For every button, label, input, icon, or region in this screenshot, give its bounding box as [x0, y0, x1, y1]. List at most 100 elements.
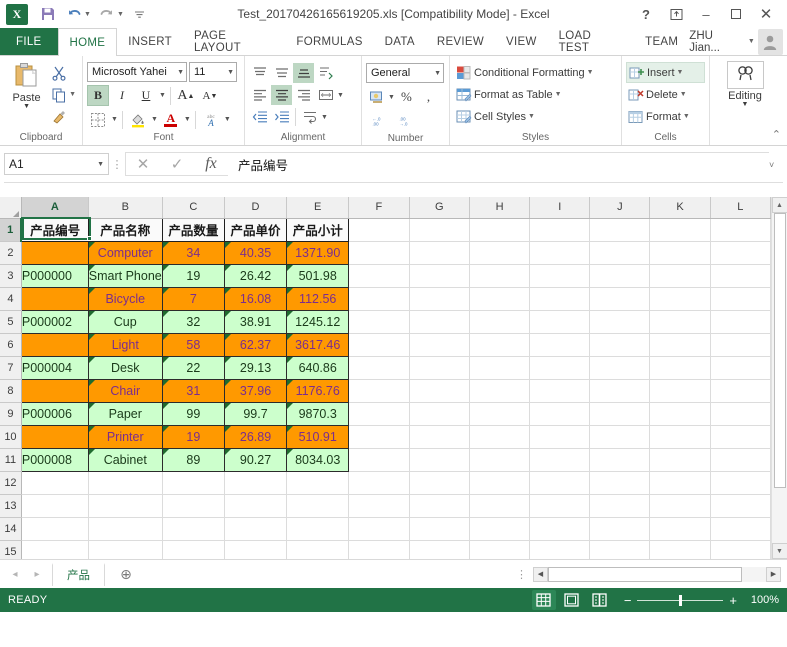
cell-b4[interactable]: Bicycle — [87, 286, 163, 311]
cell-d12[interactable] — [224, 471, 288, 495]
cell-f9[interactable] — [348, 402, 410, 426]
cell-k12[interactable] — [649, 471, 711, 495]
cell-b11[interactable]: Cabinet — [87, 447, 163, 472]
cell-j12[interactable] — [589, 471, 651, 495]
cell-k14[interactable] — [649, 517, 711, 541]
cell-i14[interactable] — [529, 517, 591, 541]
cell-h8[interactable] — [469, 379, 531, 403]
cell-g15[interactable] — [409, 540, 470, 559]
cell-l6[interactable] — [710, 333, 771, 357]
cell-l10[interactable] — [710, 425, 771, 449]
increase-indent-button[interactable] — [271, 107, 292, 127]
wrap-text-button[interactable] — [299, 107, 320, 127]
cell-h15[interactable] — [469, 540, 531, 559]
cell-e7[interactable]: 640.86 — [286, 355, 350, 380]
fill-color-button[interactable] — [127, 109, 149, 130]
cell-d8[interactable]: 37.96 — [223, 378, 288, 403]
cell-b9[interactable]: Paper — [87, 401, 163, 426]
accounting-caret-icon[interactable]: ▼ — [388, 94, 395, 101]
scroll-right-icon[interactable]: ▶ — [766, 566, 781, 582]
column-header-j[interactable]: J — [589, 197, 651, 219]
add-sheet-icon[interactable]: ⊕ — [113, 563, 139, 585]
phonetic-guide-button[interactable]: abc A — [200, 109, 222, 130]
cell-h7[interactable] — [469, 356, 531, 380]
merge-center-button[interactable] — [315, 85, 336, 105]
cell-l5[interactable] — [710, 310, 771, 334]
cell-i6[interactable] — [529, 333, 591, 357]
row-header-12[interactable]: 12 — [0, 471, 22, 495]
conditional-formatting-caret-icon[interactable]: ▼ — [587, 69, 594, 76]
cell-j5[interactable] — [589, 310, 651, 334]
cell-i1[interactable] — [529, 218, 591, 242]
expand-formula-bar-icon[interactable]: ˅ — [769, 160, 783, 170]
cell-b15[interactable] — [88, 540, 163, 559]
undo-icon[interactable] — [62, 3, 86, 25]
cell-d14[interactable] — [224, 517, 288, 541]
cell-h9[interactable] — [469, 402, 531, 426]
cell-c11[interactable]: 89 — [161, 447, 225, 472]
cell-f6[interactable] — [348, 333, 410, 357]
cell-g4[interactable] — [409, 287, 470, 311]
formula-bar-grip[interactable]: ⋮ — [109, 158, 125, 171]
cell-k8[interactable] — [649, 379, 711, 403]
cell-j6[interactable] — [589, 333, 651, 357]
column-header-l[interactable]: L — [710, 197, 771, 219]
row-header-3[interactable]: 3 — [0, 264, 22, 288]
cell-g8[interactable] — [409, 379, 470, 403]
help-icon[interactable]: ? — [631, 1, 661, 27]
editing-button[interactable]: Editing ▼ — [716, 59, 774, 108]
cell-b10[interactable]: Printer — [87, 424, 163, 449]
account-area[interactable]: ZHU Jian... ▼ — [689, 28, 787, 55]
redo-dropdown-caret-icon[interactable]: ▼ — [117, 11, 124, 18]
cell-j10[interactable] — [589, 425, 651, 449]
number-format-combo[interactable]: General ▼ — [366, 63, 444, 83]
cell-l4[interactable] — [710, 287, 771, 311]
cell-c9[interactable]: 99 — [161, 401, 225, 426]
cell-l3[interactable] — [710, 264, 771, 288]
tab-page-layout[interactable]: PAGE LAYOUT — [183, 28, 285, 55]
cell-g5[interactable] — [409, 310, 470, 334]
page-break-preview-button[interactable] — [588, 590, 612, 610]
cell-c8[interactable]: 31 — [161, 378, 225, 403]
cell-f3[interactable] — [348, 264, 410, 288]
shrink-font-button[interactable]: A ▼ — [199, 85, 221, 106]
cell-a5[interactable]: P000002 — [20, 309, 89, 334]
cell-d5[interactable]: 38.91 — [223, 309, 288, 334]
cell-e1[interactable]: 产品小计 — [286, 217, 350, 242]
cell-f7[interactable] — [348, 356, 410, 380]
conditional-formatting-button[interactable]: Conditional Formatting ▼ — [454, 62, 617, 83]
select-all-corner[interactable] — [0, 197, 22, 219]
tab-team[interactable]: TEAM — [634, 28, 689, 55]
cell-c4[interactable]: 7 — [161, 286, 225, 311]
tab-home[interactable]: HOME — [57, 28, 118, 56]
previous-sheet-icon[interactable]: ◂ — [4, 563, 26, 585]
row-header-6[interactable]: 6 — [0, 333, 22, 357]
tab-load-test[interactable]: LOAD TEST — [548, 28, 635, 55]
cell-j13[interactable] — [589, 494, 651, 518]
column-header-f[interactable]: F — [348, 197, 410, 219]
undo-dropdown-caret-icon[interactable]: ▼ — [84, 11, 91, 18]
cell-b8[interactable]: Chair — [87, 378, 163, 403]
cell-k13[interactable] — [649, 494, 711, 518]
cell-h11[interactable] — [469, 448, 531, 472]
phonetic-caret-icon[interactable]: ▼ — [224, 116, 231, 123]
column-header-k[interactable]: K — [649, 197, 711, 219]
cell-b3[interactable]: Smart Phone — [87, 263, 163, 288]
cell-e8[interactable]: 1176.76 — [286, 378, 350, 403]
horizontal-scrollbar[interactable]: ◀ ▶ — [533, 566, 781, 582]
format-caret-icon[interactable]: ▼ — [683, 113, 690, 120]
cell-styles-button[interactable]: Cell Styles ▼ — [454, 106, 617, 127]
vertical-scrollbar[interactable]: ▲ ▼ — [771, 197, 787, 559]
cell-k1[interactable] — [649, 218, 711, 242]
cell-h3[interactable] — [469, 264, 531, 288]
cell-e2[interactable]: 1371.90 — [286, 240, 350, 265]
align-right-button[interactable] — [293, 85, 314, 105]
cell-e12[interactable] — [286, 471, 350, 495]
cell-e4[interactable]: 112.56 — [286, 286, 350, 311]
align-left-button[interactable] — [249, 85, 270, 105]
cell-a2[interactable] — [20, 240, 89, 265]
row-header-15[interactable]: 15 — [0, 540, 22, 559]
cell-a12[interactable] — [21, 471, 89, 495]
cell-h1[interactable] — [469, 218, 531, 242]
minimize-icon[interactable]: – — [691, 1, 721, 27]
